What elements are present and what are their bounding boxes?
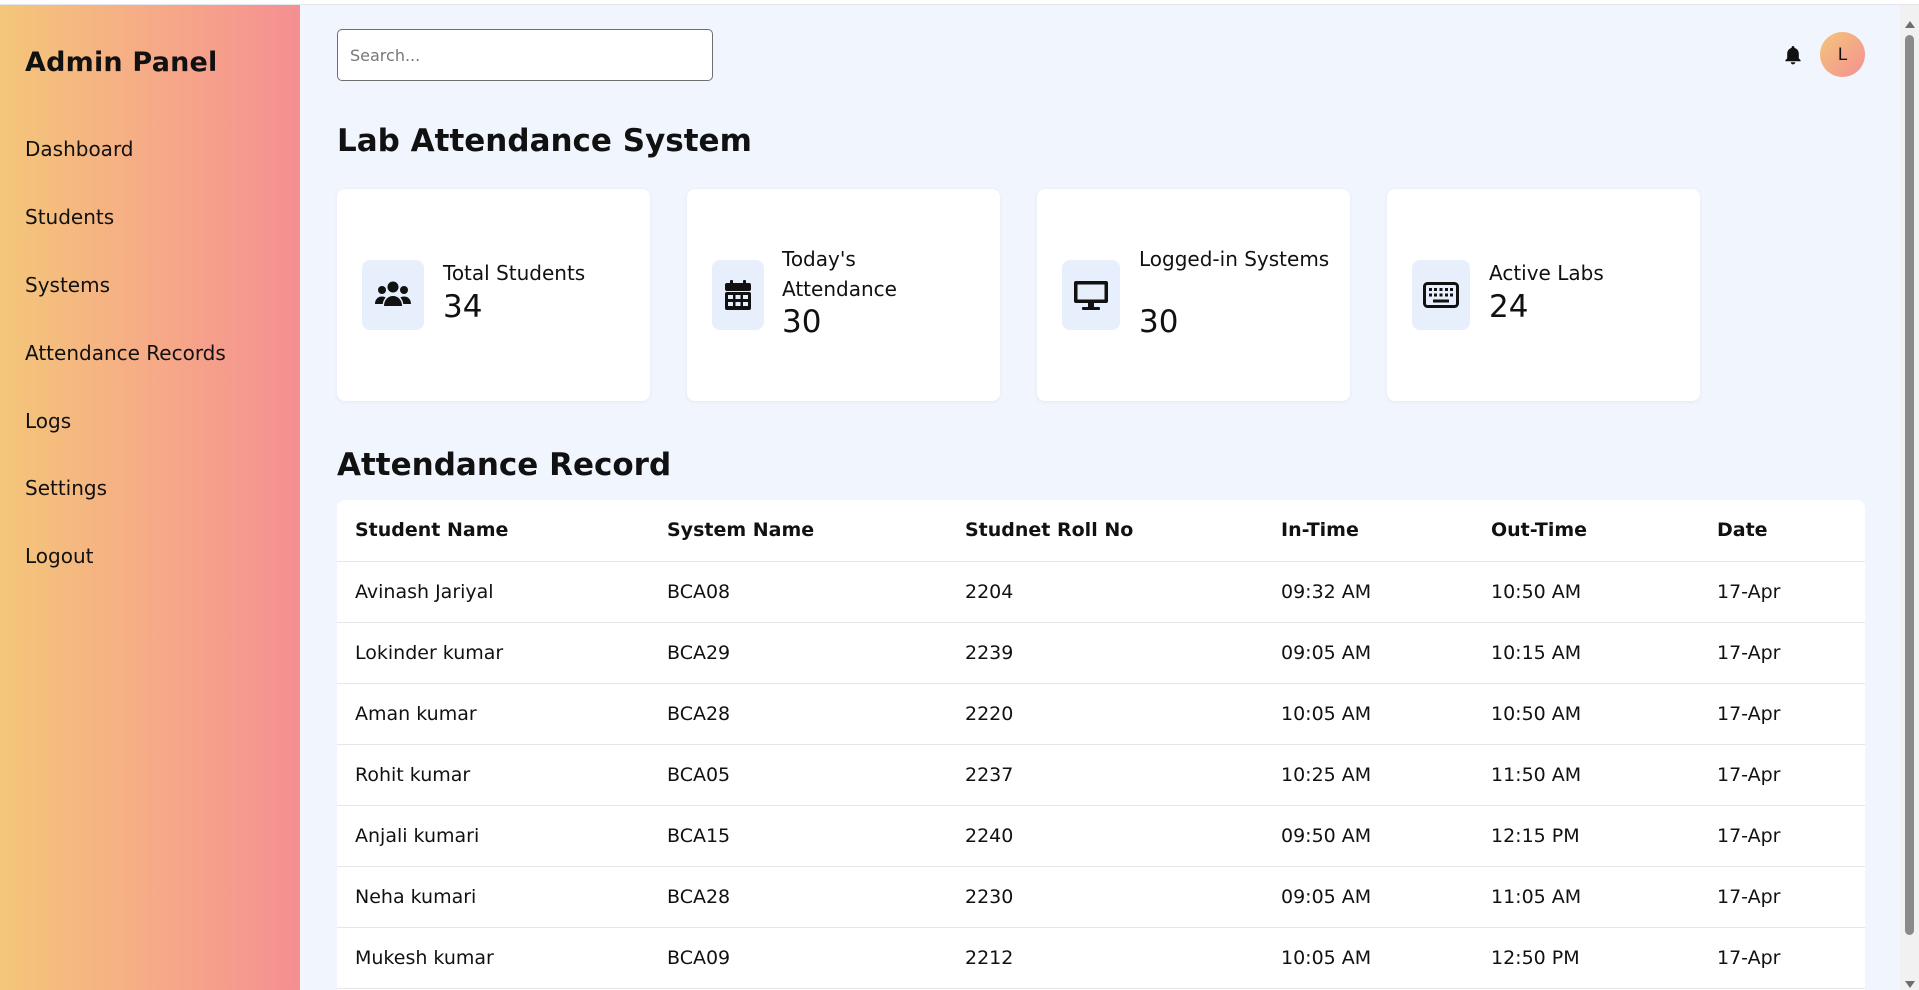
cell-system-name: BCA08 <box>649 561 947 623</box>
cell-out-time: 10:50 AM <box>1473 561 1699 623</box>
section-title-attendance-record: Attendance Record <box>337 447 672 483</box>
cell-in-time: 10:25 AM <box>1263 744 1473 806</box>
browser-top-border <box>0 0 1919 5</box>
scroll-thumb[interactable] <box>1905 35 1914 935</box>
cell-out-time: 11:05 AM <box>1473 866 1699 928</box>
table-row: Anjali kumari BCA15 2240 09:50 AM 12:15 … <box>337 805 1865 867</box>
cell-student-name: Neha kumari <box>337 866 649 928</box>
column-header-in-time[interactable]: In-Time <box>1263 500 1473 562</box>
table-row: Avinash Jariyal BCA08 2204 09:32 AM 10:5… <box>337 561 1865 623</box>
cell-date: 17-Apr <box>1699 805 1865 867</box>
stat-card-logged-in-systems: Logged-in Systems 30 <box>1037 189 1350 401</box>
stat-card-todays-attendance: Today's Attendance 30 <box>687 189 1000 401</box>
cell-roll-no: 2204 <box>947 561 1263 623</box>
table-row: Lokinder kumar BCA29 2239 09:05 AM 10:15… <box>337 622 1865 684</box>
cell-student-name: Mukesh kumar <box>337 927 649 989</box>
card-value: 30 <box>782 304 822 340</box>
page-scrollbar[interactable] <box>1900 5 1919 990</box>
cell-system-name: BCA28 <box>649 683 947 745</box>
cell-roll-no: 2239 <box>947 622 1263 684</box>
cell-student-name: Anjali kumari <box>337 805 649 867</box>
cell-roll-no: 2237 <box>947 744 1263 806</box>
keyboard-icon <box>1412 260 1470 330</box>
sidebar-item-dashboard[interactable]: Dashboard <box>25 137 134 161</box>
cell-roll-no: 2230 <box>947 866 1263 928</box>
sidebar-item-logout[interactable]: Logout <box>25 544 93 568</box>
sidebar-item-settings[interactable]: Settings <box>25 476 107 500</box>
avatar[interactable]: L <box>1820 32 1865 77</box>
sidebar-item-students[interactable]: Students <box>25 205 114 229</box>
bell-icon[interactable] <box>1781 43 1805 67</box>
column-header-out-time[interactable]: Out-Time <box>1473 500 1699 562</box>
card-label: Total Students <box>443 261 586 285</box>
stat-card-active-labs: Active Labs 24 <box>1387 189 1700 401</box>
table-row: Aman kumar BCA28 2220 10:05 AM 10:50 AM … <box>337 683 1865 745</box>
users-icon <box>362 260 424 330</box>
cell-out-time: 12:15 PM <box>1473 805 1699 867</box>
main-content: L Lab Attendance System Total Students 3… <box>300 5 1900 990</box>
cell-roll-no: 2240 <box>947 805 1263 867</box>
card-value: 34 <box>443 289 483 325</box>
cell-out-time: 12:50 PM <box>1473 927 1699 989</box>
card-value: 24 <box>1489 289 1529 325</box>
column-header-student-name[interactable]: Student Name <box>337 500 649 562</box>
column-header-date[interactable]: Date <box>1699 500 1865 562</box>
card-value: 30 <box>1139 304 1179 340</box>
cell-date: 17-Apr <box>1699 622 1865 684</box>
scroll-up-arrow-icon[interactable] <box>1905 21 1915 28</box>
card-label: Logged-in Systems <box>1139 247 1330 271</box>
cell-student-name: Avinash Jariyal <box>337 561 649 623</box>
cell-in-time: 10:05 AM <box>1263 927 1473 989</box>
cell-system-name: BCA29 <box>649 622 947 684</box>
cell-in-time: 09:32 AM <box>1263 561 1473 623</box>
cell-date: 17-Apr <box>1699 561 1865 623</box>
cell-out-time: 11:50 AM <box>1473 744 1699 806</box>
cell-system-name: BCA15 <box>649 805 947 867</box>
scroll-down-arrow-icon[interactable] <box>1905 981 1915 988</box>
column-header-roll-no[interactable]: Studnet Roll No <box>947 500 1263 562</box>
sidebar-item-logs[interactable]: Logs <box>25 409 71 433</box>
cell-system-name: BCA28 <box>649 866 947 928</box>
sidebar-item-attendance-records[interactable]: Attendance Records <box>25 341 226 365</box>
column-header-system-name[interactable]: System Name <box>649 500 947 562</box>
sidebar-item-systems[interactable]: Systems <box>25 273 110 297</box>
cell-out-time: 10:50 AM <box>1473 683 1699 745</box>
cell-student-name: Lokinder kumar <box>337 622 649 684</box>
cell-student-name: Aman kumar <box>337 683 649 745</box>
card-label: Today's Attendance <box>782 247 897 301</box>
cell-in-time: 10:05 AM <box>1263 683 1473 745</box>
search-input[interactable] <box>337 29 713 81</box>
card-label: Active Labs <box>1489 261 1604 285</box>
cell-date: 17-Apr <box>1699 866 1865 928</box>
attendance-table: Student Name System Name Studnet Roll No… <box>337 500 1865 990</box>
cell-roll-no: 2220 <box>947 683 1263 745</box>
cell-in-time: 09:50 AM <box>1263 805 1473 867</box>
table-header-row: Student Name System Name Studnet Roll No… <box>337 500 1865 562</box>
table-row: Rohit kumar BCA05 2237 10:25 AM 11:50 AM… <box>337 744 1865 806</box>
cell-student-name: Rohit kumar <box>337 744 649 806</box>
table-row: Mukesh kumar BCA09 2212 10:05 AM 12:50 P… <box>337 927 1865 989</box>
table-row: Neha kumari BCA28 2230 09:05 AM 11:05 AM… <box>337 866 1865 928</box>
cell-in-time: 09:05 AM <box>1263 866 1473 928</box>
cell-roll-no: 2212 <box>947 927 1263 989</box>
cell-date: 17-Apr <box>1699 744 1865 806</box>
cell-in-time: 09:05 AM <box>1263 622 1473 684</box>
brand-title: Admin Panel <box>25 47 218 78</box>
calendar-icon <box>712 260 764 330</box>
cell-system-name: BCA05 <box>649 744 947 806</box>
stat-card-total-students: Total Students 34 <box>337 189 650 401</box>
cell-date: 17-Apr <box>1699 683 1865 745</box>
cell-system-name: BCA09 <box>649 927 947 989</box>
sidebar: Admin Panel Dashboard Students Systems A… <box>0 5 300 990</box>
page-title: Lab Attendance System <box>337 123 752 159</box>
cell-date: 17-Apr <box>1699 927 1865 989</box>
monitor-icon <box>1062 260 1120 330</box>
cell-out-time: 10:15 AM <box>1473 622 1699 684</box>
